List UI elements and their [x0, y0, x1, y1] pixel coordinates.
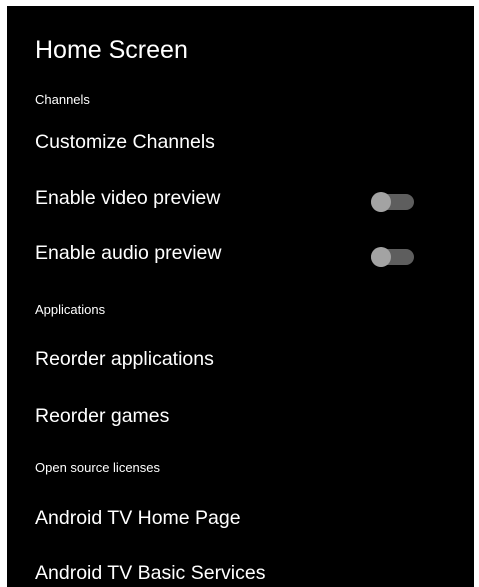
audio-preview-toggle[interactable]: [371, 247, 414, 267]
section-header-channels: Channels: [35, 92, 90, 107]
audio-preview-toggle-knob: [371, 247, 391, 267]
page-title: Home Screen: [35, 36, 188, 64]
customize-channels-item[interactable]: Customize Channels: [35, 129, 215, 155]
enable-audio-preview-item[interactable]: Enable audio preview: [35, 240, 221, 266]
android-tv-home-page-item[interactable]: Android TV Home Page: [35, 505, 241, 531]
video-preview-toggle-knob: [371, 192, 391, 212]
reorder-games-item[interactable]: Reorder games: [35, 403, 169, 429]
reorder-applications-item[interactable]: Reorder applications: [35, 346, 214, 372]
video-preview-toggle[interactable]: [371, 192, 414, 212]
section-header-applications: Applications: [35, 302, 106, 317]
settings-panel: Home Screen Channels Customize Channels …: [7, 6, 474, 587]
section-header-licenses: Open source licenses: [35, 460, 161, 475]
android-tv-basic-services-item[interactable]: Android TV Basic Services: [35, 560, 266, 586]
enable-video-preview-item[interactable]: Enable video preview: [35, 185, 220, 211]
